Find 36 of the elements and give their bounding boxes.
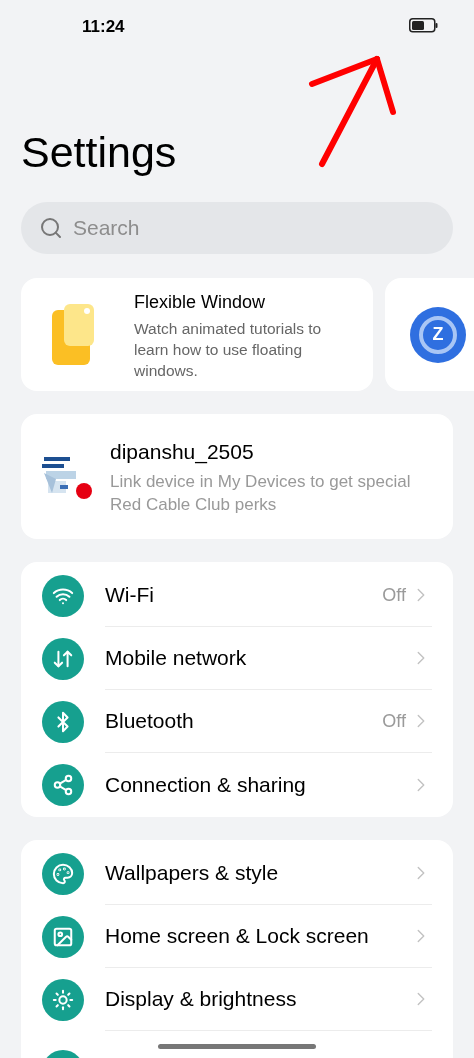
- card-description: Watch animated tutorials to learn how to use floating windows.: [134, 319, 323, 381]
- status-time: 11:24: [82, 16, 125, 38]
- row-label: Connection & sharing: [105, 771, 307, 798]
- account-card[interactable]: dipanshu_2505 Link device in My Devices to get special Red Cable Club perks: [21, 414, 453, 539]
- settings-row[interactable]: Display & brightness: [21, 968, 453, 1031]
- row-value: Off: [382, 709, 406, 733]
- account-name: dipanshu_2505: [110, 438, 255, 466]
- arrows-icon: [42, 637, 84, 680]
- row-label: Wallpapers & style: [105, 860, 280, 887]
- settings-row[interactable]: Connection & sharing: [21, 753, 453, 816]
- settings-row[interactable]: Bluetooth Off: [21, 690, 453, 753]
- row-label: Home screen & Lock screen: [105, 923, 370, 950]
- wifi-icon: [42, 574, 84, 617]
- z-logo-icon: Z: [410, 306, 466, 363]
- page-title: Settings: [21, 127, 178, 178]
- settings-row[interactable]: Wallpapers & style: [21, 842, 453, 905]
- tutorial-card[interactable]: Z: [385, 278, 474, 391]
- share-icon: [42, 763, 84, 806]
- row-label: Display & brightness: [105, 986, 298, 1013]
- row-value: Off: [382, 583, 406, 607]
- image-icon: [42, 915, 84, 958]
- row-label: Bluetooth: [105, 708, 195, 735]
- settings-row[interactable]: Home screen & Lock screen: [21, 905, 453, 968]
- palette-icon: [42, 852, 84, 895]
- card-title: Flexible Window: [134, 291, 267, 314]
- search-icon: [39, 216, 63, 240]
- row-label: Wi-Fi: [105, 582, 155, 609]
- bluetooth-icon: [42, 700, 84, 743]
- row-label: Mobile network: [105, 645, 248, 672]
- settings-row[interactable]: Wi-Fi Off: [21, 564, 453, 627]
- sun-icon: [42, 978, 84, 1021]
- settings-row[interactable]: Mobile network: [21, 627, 453, 690]
- search-field[interactable]: Search: [21, 202, 453, 254]
- account-description: Link device in My Devices to get special Red Cable Club perks: [110, 470, 412, 516]
- battery-icon: [409, 18, 438, 33]
- tutorial-card[interactable]: Flexible Window Watch animated tutorials to learn how to use floating windows.: [21, 278, 373, 391]
